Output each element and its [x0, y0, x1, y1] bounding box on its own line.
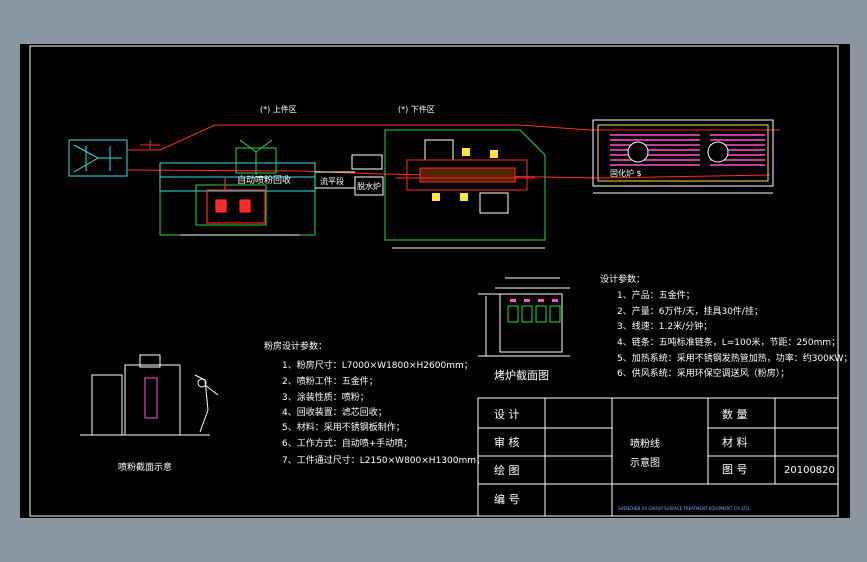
booth-params-heading: 粉房设计参数： — [264, 340, 327, 352]
tb-title-1: 喷粉线 — [630, 437, 660, 450]
design-params-item: 2、产量：6万件/天，挂具30件/挂； — [617, 305, 763, 317]
design-params-item: 3、线速：1.2米/分钟； — [617, 320, 712, 332]
design-params-item: 4、链条：五吨标准链条，L=100米，节距：250mm； — [617, 336, 840, 348]
tb-draw: 绘 图 — [494, 463, 520, 477]
lower-zone-label: (*) 下件区 — [398, 104, 435, 114]
booth-params-item: 1、粉房尺寸：L7000×W1800×H2600mm； — [282, 359, 473, 371]
booth-params-item: 3、涂装性质：喷粉； — [282, 391, 369, 403]
design-params-heading: 设计参数： — [600, 273, 645, 285]
booth-label: 自动喷粉回收 — [237, 174, 291, 186]
booth-params-item: 2、喷粉工件：五金件； — [282, 375, 378, 387]
tb-design: 设 计 — [494, 408, 520, 421]
booth-params-item: 4、回收装置：滤芯回收； — [282, 406, 387, 418]
tb-drawing-no-value: 20100820 — [784, 465, 835, 476]
degrease-label: 脱水炉 — [357, 181, 381, 191]
design-params-item: 6、供风系统：采用环保空调送风（粉房）； — [617, 367, 789, 379]
booth-params-item: 5、材料：采用不锈钢板制作； — [282, 421, 405, 433]
tb-company: SHENZHEN XX GROUP SURFACE TREATMENT EQUI… — [618, 506, 750, 511]
design-params-item: 5、加热系统：采用不锈钢发热管加热，功率：约300KW； — [617, 352, 852, 364]
booth-params-item: 7、工件通过尺寸：L2150×W800×H1300mm； — [282, 454, 485, 466]
tb-material: 材 料 — [722, 435, 748, 449]
booth-section-title: 喷粉截面示意 — [118, 461, 172, 473]
design-params-item: 1、产品：五金件； — [617, 289, 695, 301]
booth-params-item: 6、工作方式：自动喷+手动喷； — [282, 437, 412, 449]
tb-drawing-no: 图 号 — [722, 463, 748, 476]
dryer-fan-right — [707, 141, 729, 163]
dryer-label: 固化炉 $ — [610, 168, 642, 178]
tb-review: 审 核 — [494, 435, 520, 449]
leveling-label: 流平段 — [320, 176, 344, 186]
upper-zone-label: (*) 上件区 — [260, 104, 297, 114]
dryer-fan-left — [627, 141, 649, 163]
tb-title-2: 示意图 — [630, 456, 660, 469]
tb-qty: 数 量 — [722, 408, 748, 421]
cad-drawing-viewport: 自动喷粉回收 流平段 脱水炉 (*) 上件区 (*) 下件区 固化炉 $ 烤炉截… — [20, 44, 852, 518]
oven-section-title: 烤炉截面图 — [494, 368, 549, 382]
tb-number: 编 号 — [494, 492, 520, 506]
